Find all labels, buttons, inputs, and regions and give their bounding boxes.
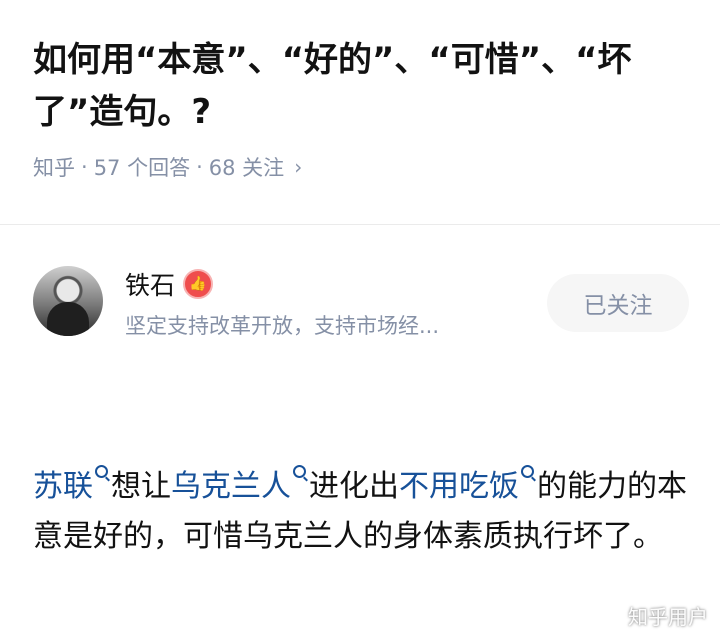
author-name-row[interactable]: 铁石 👍	[125, 266, 214, 302]
author-name: 铁石	[125, 271, 176, 300]
topic-link[interactable]: 苏联	[33, 469, 93, 504]
question-header: 如何用“本意”、“好的”、“可惜”、“坏了”造句。?	[33, 34, 693, 138]
chevron-right-icon: ›	[294, 155, 303, 179]
divider	[0, 224, 720, 225]
follow-button[interactable]: 已关注	[547, 274, 689, 332]
search-icon	[521, 465, 534, 478]
avatar[interactable]	[33, 266, 103, 336]
question-title[interactable]: 如何用“本意”、“好的”、“可惜”、“坏了”造句。?	[33, 34, 693, 138]
answer-text: 想让	[111, 469, 171, 504]
meta-dot: ·	[196, 155, 203, 179]
search-icon	[293, 465, 306, 478]
question-meta[interactable]: 知乎 · 57 个回答 · 68 关注 ›	[33, 152, 302, 182]
topic-link[interactable]: 不用吃饭	[399, 469, 519, 504]
author-card: 铁石 👍 坚定支持改革开放，支持市场经... 已关注	[33, 264, 693, 344]
meta-dot: ·	[81, 155, 88, 179]
answer-text: 进化出	[309, 469, 399, 504]
author-bio: 坚定支持改革开放，支持市场经...	[125, 314, 440, 338]
followers-count: 68 关注	[208, 156, 285, 180]
watermark: 知乎用户	[628, 605, 708, 629]
verified-badge-icon: 👍	[183, 269, 214, 299]
source-label: 知乎	[33, 156, 75, 180]
answers-count: 57 个回答	[93, 156, 191, 180]
answer-content: 苏联 想让乌克兰人 进化出不用吃饭 的能力的本意是好的，可惜乌克兰人的身体素质执行坏了…	[33, 462, 693, 562]
topic-link[interactable]: 乌克兰人	[171, 469, 291, 504]
search-icon	[95, 465, 108, 478]
